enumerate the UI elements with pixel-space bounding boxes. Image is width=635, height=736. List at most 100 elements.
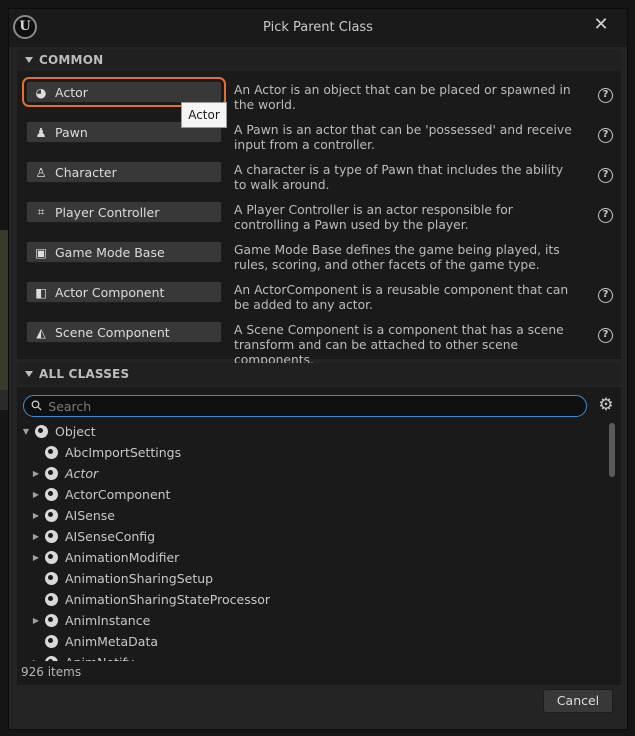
actor-icon <box>41 467 61 480</box>
dialog-title: Pick Parent Class <box>263 20 373 35</box>
class-glyph <box>34 425 48 438</box>
object-icon <box>41 446 61 459</box>
class-glyph <box>44 488 58 501</box>
common-row: ▣ Game Mode Base Game Mode Base defines th… <box>17 239 621 279</box>
common-class-label: Actor Component <box>55 284 165 300</box>
common-class-label: Scene Component <box>55 324 170 340</box>
caret-down-icon <box>25 57 33 63</box>
tree-row[interactable]: ▶ AnimNotify <box>31 652 134 661</box>
collapse-arrow-icon[interactable]: ▶ <box>31 658 41 661</box>
background-viewport-strip <box>0 230 8 390</box>
tree-row[interactable]: ▼ Object <box>21 421 96 442</box>
common-row: ◧ Actor Component An ActorComponent is a r… <box>17 279 621 319</box>
help-icon[interactable]: ? <box>598 288 613 303</box>
help-icon[interactable]: ? <box>598 168 613 183</box>
tree-row[interactable]: AnimationSharingSetup <box>31 568 213 589</box>
search-input[interactable] <box>48 398 549 414</box>
common-section-header[interactable]: COMMON <box>17 49 621 71</box>
search-box[interactable]: ⚲ <box>23 395 587 417</box>
tree-label: AnimationModifier <box>65 550 180 565</box>
common-class-description: Game Mode Base defines the game being pl… <box>234 243 560 272</box>
common-class-description: A Scene Component is a component that ha… <box>234 323 564 367</box>
anim-instance-icon <box>41 614 61 627</box>
common-row: ♙ Character A character is a type of Pawn … <box>17 159 621 199</box>
class-tree: ▼ Object AbcImportSettings ▶ Actor ▶ ActorComp… <box>17 421 607 661</box>
tooltip: Actor <box>181 102 227 128</box>
animation-modifier-icon <box>41 551 61 564</box>
actor-icon: ◕ <box>35 84 47 100</box>
help-icon[interactable]: ? <box>598 208 613 223</box>
help-icon[interactable]: ? <box>598 128 613 143</box>
tree-row[interactable]: ▶ AISenseConfig <box>31 526 155 547</box>
tree-row[interactable]: ▶ AnimInstance <box>31 610 150 631</box>
item-count: 926 items <box>21 665 82 679</box>
common-classes-list: ◕ Actor An Actor is an object that can be … <box>17 71 621 367</box>
tree-label: AnimMetaData <box>65 634 159 649</box>
background-viewport-strip-2 <box>0 390 8 410</box>
class-glyph <box>44 467 58 480</box>
common-header-label: COMMON <box>39 53 104 67</box>
collapse-arrow-icon[interactable]: ▶ <box>31 511 41 520</box>
common-class-button[interactable]: ◧ Actor Component <box>26 281 222 303</box>
tree-row[interactable]: AbcImportSettings <box>31 442 181 463</box>
common-class-button[interactable]: ▣ Game Mode Base <box>26 241 222 263</box>
pawn-icon: ♟ <box>35 124 47 140</box>
object-icon <box>41 656 61 661</box>
cancel-button[interactable]: Cancel <box>543 689 613 713</box>
class-glyph <box>44 635 58 648</box>
collapse-arrow-icon[interactable]: ▶ <box>31 532 41 541</box>
common-class-label: Actor <box>55 84 88 100</box>
object-icon <box>41 635 61 648</box>
collapse-arrow-icon[interactable]: ▶ <box>31 469 41 478</box>
tree-row[interactable]: ▶ Actor <box>31 463 98 484</box>
expand-arrow-icon[interactable]: ▼ <box>21 427 31 436</box>
collapse-arrow-icon[interactable]: ▶ <box>31 553 41 562</box>
common-class-button[interactable]: ◕ Actor <box>22 77 226 107</box>
common-class-description: A Pawn is an actor that can be 'possesse… <box>234 123 572 152</box>
object-icon <box>41 593 61 606</box>
object-icon <box>31 425 51 438</box>
character-icon: ♙ <box>35 164 47 180</box>
gamepad-icon: ⌗ <box>37 204 45 219</box>
tree-label: AnimNotify <box>65 655 134 661</box>
object-icon <box>41 530 61 543</box>
common-row: ◕ Actor An Actor is an object that can be … <box>17 77 621 119</box>
common-row: ◭ Scene Component A Scene Component is a c… <box>17 319 621 367</box>
class-glyph <box>44 446 58 459</box>
help-icon[interactable]: ? <box>598 88 613 103</box>
tree-row[interactable]: ▶ ActorComponent <box>31 484 171 505</box>
tree-label: AnimationSharingStateProcessor <box>65 592 271 607</box>
tree-row[interactable]: AnimMetaData <box>31 631 158 652</box>
settings-gear-icon[interactable]: ⚙ <box>597 396 615 414</box>
common-class-button[interactable]: ♙ Character <box>26 161 222 183</box>
class-glyph <box>44 593 58 606</box>
tree-row[interactable]: ▶ AnimationModifier <box>31 547 179 568</box>
tree-label: ActorComponent <box>65 487 171 502</box>
tree-row[interactable]: ▶ AISense <box>31 505 115 526</box>
common-row: ♟ Pawn A Pawn is an actor that can be 'pos… <box>17 119 621 159</box>
common-class-button[interactable]: ◭ Scene Component <box>26 321 222 343</box>
common-row: ⌗ Player Controller A Player Controller is… <box>17 199 621 239</box>
common-class-label: Game Mode Base <box>55 244 165 260</box>
search-row: ⚲ ⚙ <box>17 393 621 419</box>
tree-scrollbar[interactable] <box>609 423 615 477</box>
actor-component-icon <box>41 488 61 501</box>
help-icon[interactable]: ? <box>598 328 613 343</box>
object-icon <box>41 509 61 522</box>
tree-label: AbcImportSettings <box>65 445 182 460</box>
collapse-arrow-icon[interactable]: ▶ <box>31 490 41 499</box>
close-button[interactable]: ✕ <box>589 13 613 37</box>
common-class-label: Character <box>55 164 117 180</box>
tree-row[interactable]: AnimationSharingStateProcessor <box>31 589 270 610</box>
animation-sharing-icon <box>41 572 61 585</box>
game-mode-icon: ▣ <box>35 244 47 260</box>
class-glyph <box>44 509 58 522</box>
title-bar: U Pick Parent Class ✕ <box>9 9 627 47</box>
all-classes-section-header[interactable]: ALL CLASSES <box>17 363 621 385</box>
class-glyph <box>44 551 58 564</box>
tree-label: Object <box>55 424 96 439</box>
collapse-arrow-icon[interactable]: ▶ <box>31 616 41 625</box>
caret-down-icon <box>25 371 33 377</box>
tree-label: AISenseConfig <box>65 529 156 544</box>
common-class-button[interactable]: ⌗ Player Controller <box>26 201 222 223</box>
